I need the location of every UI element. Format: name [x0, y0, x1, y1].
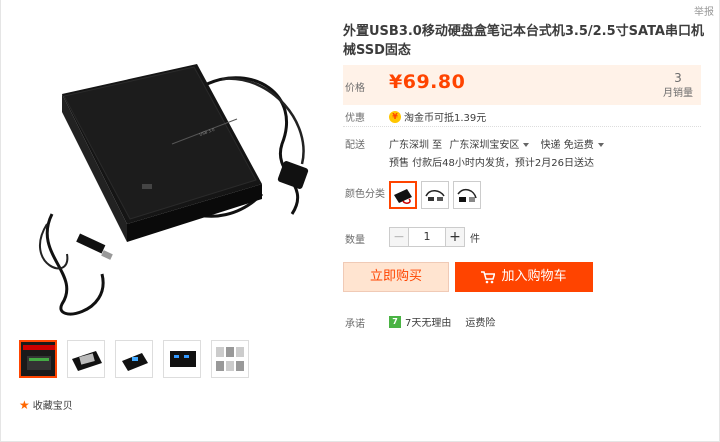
color-label: 颜色分类 [345, 189, 385, 200]
sales-label: 月销量 [663, 88, 693, 99]
freight-insurance-text[interactable]: 运费险 [465, 314, 495, 329]
thumbnail-3[interactable] [115, 340, 153, 378]
promise-items: 7 7天无理由 运 运费险 [389, 314, 495, 329]
price-box: 价格 ¥69.80 3 月销量 [343, 65, 701, 105]
star-icon: ★ [19, 397, 30, 412]
chevron-down-icon [597, 143, 604, 147]
quantity-input[interactable]: 1 [409, 227, 445, 247]
coin-icon: ¥ [389, 110, 401, 123]
sales-count: 3 [674, 71, 682, 85]
seven-day-return-icon: 7 [389, 315, 401, 328]
thumbnail-4[interactable] [163, 340, 201, 378]
color-option-2[interactable] [421, 181, 449, 209]
promo-row: 优惠 ¥ 淘金币可抵1.39元 [343, 107, 701, 125]
ship-to: 广东深圳宝安区 [449, 140, 520, 151]
color-option-3[interactable] [453, 181, 481, 209]
promise-label: 承诺 [345, 319, 365, 330]
ship-from: 广东深圳 至 [389, 140, 443, 151]
quantity-label: 数量 [345, 235, 365, 246]
ship-method: 快递 免运费 [540, 140, 594, 151]
report-link[interactable]: 举报 [694, 3, 714, 18]
quantity-row: 数量 − 1 + 件 [343, 227, 701, 247]
shipping-route: 广东深圳 至 广东深圳宝安区 快递 免运费 [389, 136, 612, 151]
main-product-image: USB 3.0 [22, 24, 322, 326]
add-to-cart-label: 加入购物车 [501, 269, 567, 284]
thumbnail-5[interactable] [211, 340, 249, 378]
promo-label: 优惠 [345, 113, 365, 124]
thumbnail-strip [19, 340, 249, 378]
price-label: 价格 [345, 83, 365, 94]
promo-info: ¥ 淘金币可抵1.39元 [389, 109, 486, 124]
thumbnail-1[interactable] [19, 340, 57, 378]
divider [343, 126, 701, 127]
shipping-label: 配送 [345, 140, 365, 151]
ship-method-select[interactable]: 快递 免运费 [541, 140, 612, 151]
buy-now-button[interactable]: 立即购买 [343, 262, 449, 292]
quantity-stepper: − 1 + 件 [389, 227, 480, 247]
color-option-1[interactable] [389, 181, 417, 209]
shipping-note: 预售 付款后48小时内发货，预计2月26日送达 [389, 158, 594, 169]
chevron-down-icon [523, 143, 530, 147]
quantity-minus-button[interactable]: − [389, 227, 409, 247]
price-value: ¥69.80 [389, 71, 466, 93]
add-to-cart-button[interactable]: 加入购物车 [455, 262, 593, 292]
ship-to-select[interactable]: 广东深圳宝安区 [449, 140, 537, 151]
favorite-label: 收藏宝贝 [32, 401, 73, 412]
promo-text: 淘金币可抵1.39元 [404, 113, 487, 124]
product-title: 外置USB3.0移动硬盘盒笔记本台式机3.5/2.5寸SATA串口机械SSD固态 [343, 24, 704, 58]
thumbnail-2[interactable] [67, 340, 105, 378]
quantity-unit: 件 [470, 233, 480, 245]
favorite-button[interactable]: ★ 收藏宝贝 [19, 397, 73, 413]
seven-day-return-text[interactable]: 7天无理由 [405, 314, 451, 329]
monthly-sales: 3 月销量 [663, 71, 693, 101]
color-options [389, 181, 481, 209]
cart-icon [481, 270, 496, 283]
quantity-plus-button[interactable]: + [445, 227, 465, 247]
